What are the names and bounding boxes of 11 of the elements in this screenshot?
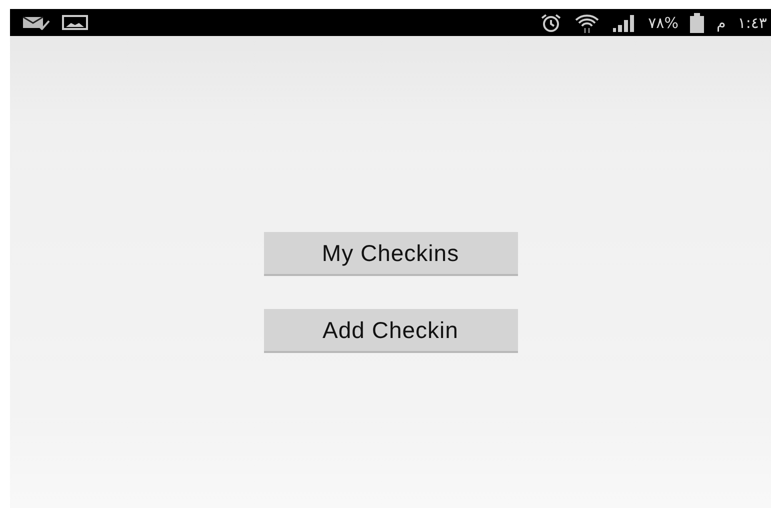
wifi-icon [574, 12, 600, 32]
signal-icon [612, 14, 636, 32]
battery-icon [690, 12, 704, 32]
menu-button[interactable]: My Checkins [264, 232, 518, 276]
clock-time: ١:٤٣ [738, 14, 767, 32]
image-icon [62, 15, 88, 30]
envelope-check-icon [22, 16, 50, 30]
meridiem: م [716, 14, 726, 32]
menu-button[interactable]: Add Checkin [264, 309, 518, 353]
battery-percent: ٧٨% [648, 14, 678, 32]
alarm-clock-icon [540, 12, 562, 32]
